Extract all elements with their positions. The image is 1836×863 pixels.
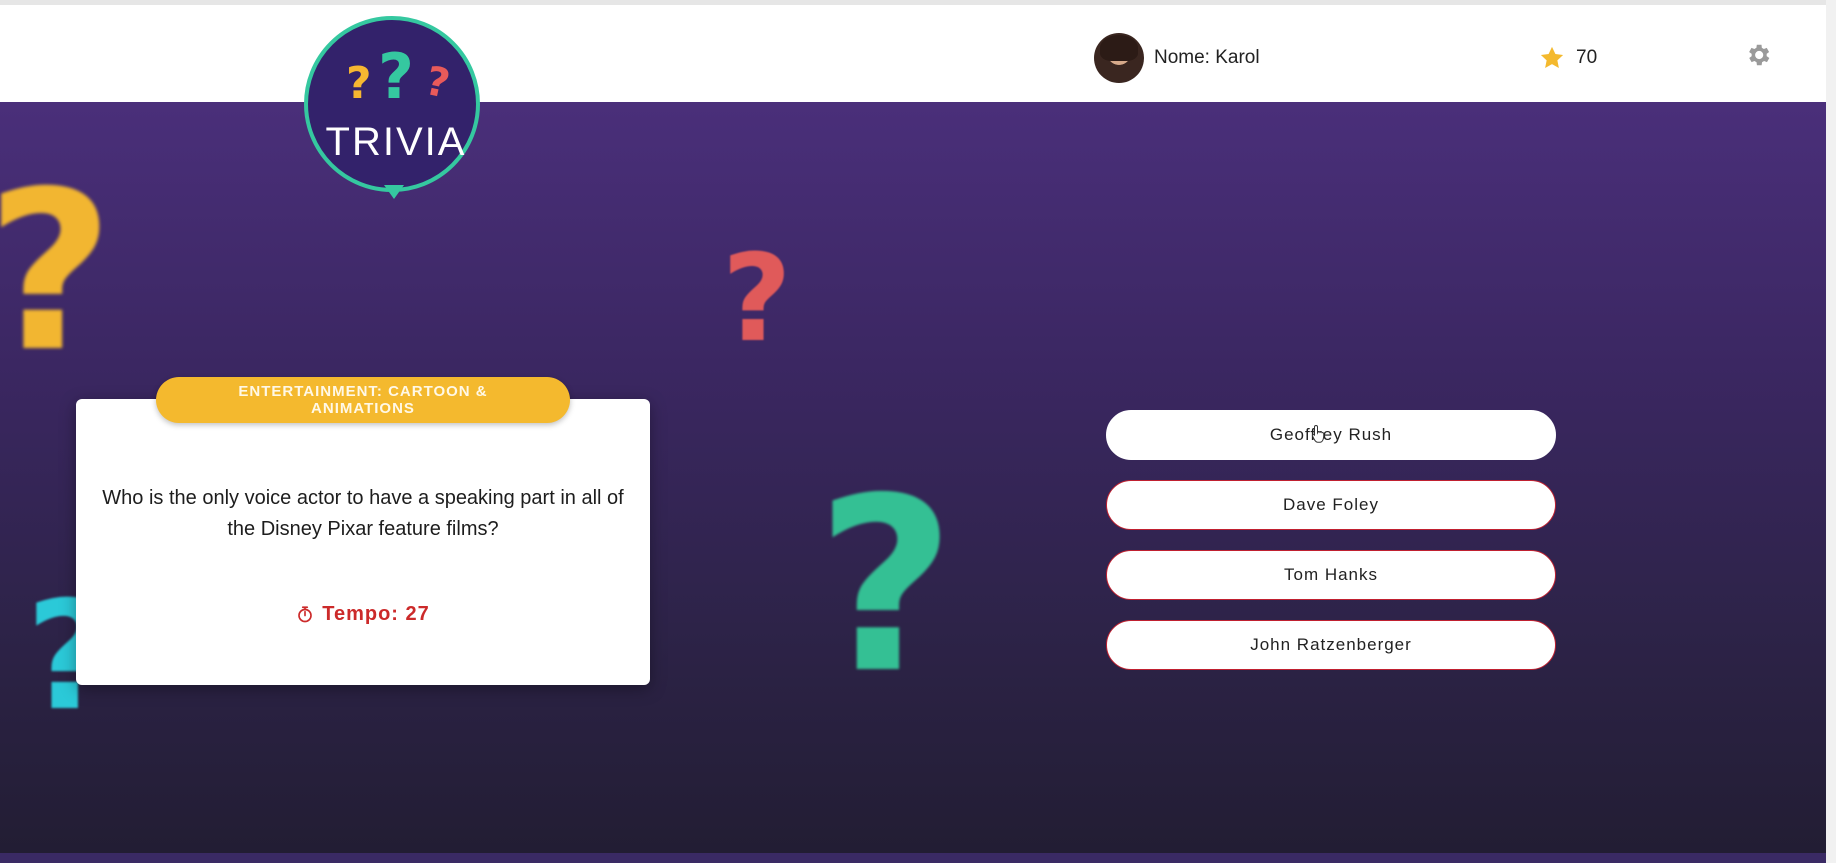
gear-icon[interactable] <box>1744 41 1772 69</box>
game-stage: ? ? ? ? ENTERTAINMENT: CARTOON & ANIMATI… <box>0 102 1836 855</box>
answer-button-4[interactable]: John Ratzenberger <box>1106 620 1556 670</box>
answer-button-1[interactable]: Geoffrey Rush <box>1106 410 1556 460</box>
stopwatch-icon <box>298 606 313 623</box>
window-right-edge <box>1826 0 1836 863</box>
category-label: ENTERTAINMENT: CARTOON & ANIMATIONS <box>238 383 488 417</box>
answer-button-3[interactable]: Tom Hanks <box>1106 550 1556 600</box>
answer-button-2[interactable]: Dave Foley <box>1106 480 1556 530</box>
trivia-app: ? ? ? ? ENTERTAINMENT: CARTOON & ANIMATI… <box>0 0 1836 863</box>
category-badge: ENTERTAINMENT: CARTOON & ANIMATIONS <box>156 377 570 423</box>
mouse-cursor-icon <box>1311 424 1325 443</box>
timer-label: Tempo: 27 <box>322 602 430 625</box>
question-card: Who is the only voice actor to have a sp… <box>76 399 650 685</box>
decorative-question-mark-green: ? <box>816 446 956 726</box>
top-header: Nome: Karol 70 <box>0 5 1836 102</box>
score-display: 70 <box>1538 41 1597 75</box>
trivia-logo: ? ? ? TRIVIA <box>304 16 488 200</box>
user-info: Nome: Karol <box>1094 33 1260 83</box>
score-value: 70 <box>1576 47 1598 68</box>
star-icon <box>1540 46 1564 69</box>
timer: Tempo: 27 <box>76 599 650 629</box>
logo-text: TRIVIA <box>325 120 467 164</box>
user-avatar <box>1094 33 1144 83</box>
user-name: Nome: Karol <box>1154 47 1260 68</box>
decorative-question-mark-yellow: ? <box>0 162 114 382</box>
decorative-question-mark-red: ? <box>722 230 792 369</box>
question-text: Who is the only voice actor to have a sp… <box>102 487 624 540</box>
bottom-bar <box>0 853 1836 863</box>
answer-list: Geoffrey Rush Dave Foley Tom Hanks John … <box>1106 410 1556 690</box>
